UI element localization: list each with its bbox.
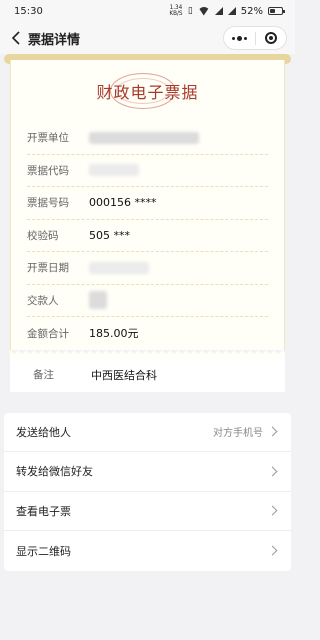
vibrate-icon: ▯ bbox=[187, 6, 193, 16]
field-code: 票据代码 bbox=[27, 155, 268, 187]
field-issuer: 开票单位 bbox=[27, 122, 268, 155]
ticket-body: 财政电子票据 开票单位 票据代码 票据号码 000156 **** 校验码 50… bbox=[10, 60, 285, 350]
chevron-right-icon bbox=[267, 505, 278, 516]
ticket-card: 财政电子票据 开票单位 票据代码 票据号码 000156 **** 校验码 50… bbox=[4, 54, 291, 358]
close-button[interactable] bbox=[256, 27, 287, 49]
chevron-right-icon bbox=[267, 545, 278, 556]
signal-icon bbox=[214, 7, 223, 15]
back-icon[interactable] bbox=[8, 30, 22, 46]
page-title: 票据详情 bbox=[28, 32, 81, 48]
signal-icon-2 bbox=[227, 7, 236, 15]
field-total: 金额合计 185.00元 bbox=[27, 327, 139, 341]
redacted-value bbox=[89, 291, 107, 310]
remark-row: 备注 中西医结合科 bbox=[10, 357, 285, 392]
nav-bar: 票据详情 bbox=[0, 22, 295, 54]
status-time: 15:30 bbox=[14, 5, 43, 17]
ticket-fields: 开票单位 票据代码 票据号码 000156 **** 校验码 505 *** 开… bbox=[11, 122, 284, 350]
close-circle-icon bbox=[264, 32, 277, 44]
field-payer: 交款人 bbox=[27, 285, 268, 317]
ticket-tear-edge bbox=[10, 349, 285, 358]
wifi-icon bbox=[198, 7, 210, 16]
field-number: 票据号码 000156 **** bbox=[27, 187, 268, 220]
chevron-right-icon bbox=[267, 466, 278, 477]
chevron-right-icon bbox=[267, 426, 278, 437]
battery-percent: 52% bbox=[240, 5, 263, 17]
ticket-title: 财政电子票据 bbox=[96, 83, 199, 102]
field-check-code: 校验码 505 *** bbox=[27, 220, 268, 252]
net-speed: 1.34 KB/S bbox=[169, 4, 183, 17]
menu-forward-wechat[interactable]: 转发给微信好友 bbox=[4, 452, 291, 492]
redacted-value bbox=[89, 131, 199, 144]
more-button[interactable] bbox=[224, 27, 255, 49]
status-icons: 1.34 KB/S ▯ 52% bbox=[169, 4, 285, 17]
menu-show-qrcode[interactable]: 显示二维码 bbox=[4, 531, 291, 571]
status-bar: 15:30 1.34 KB/S ▯ 52% bbox=[0, 0, 295, 22]
field-issue-date: 开票日期 bbox=[27, 252, 268, 285]
ticket-header: 财政电子票据 bbox=[11, 60, 284, 122]
action-menu: 发送给他人 对方手机号 转发给微信好友 查看电子票 显示二维码 bbox=[4, 412, 291, 571]
mini-program-capsule bbox=[223, 26, 287, 50]
menu-view-ticket[interactable]: 查看电子票 bbox=[4, 492, 291, 531]
redacted-value bbox=[89, 261, 149, 274]
redacted-value bbox=[89, 164, 139, 177]
battery-icon bbox=[268, 7, 285, 15]
menu-send-to-others[interactable]: 发送给他人 对方手机号 bbox=[4, 413, 291, 452]
